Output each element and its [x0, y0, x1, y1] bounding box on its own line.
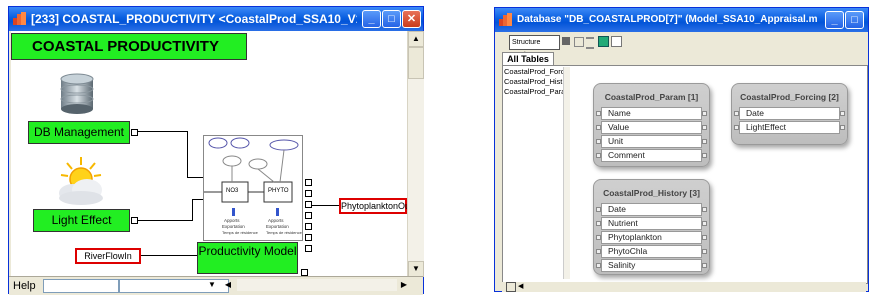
table-field[interactable]: Date [596, 203, 707, 216]
model-canvas[interactable]: COASTAL PRODUCTIVITY DB Management Light… [11, 31, 407, 277]
model-window-title: [233] COASTAL_PRODUCTIVITY <CoastalProd_… [31, 12, 357, 26]
table-field[interactable]: Unit [596, 135, 707, 148]
output-port-6[interactable] [305, 234, 312, 241]
table-title: CoastalProd_Forcing [2] [740, 92, 839, 102]
table-field[interactable]: Nutrient [596, 217, 707, 230]
light-effect-port[interactable] [131, 217, 138, 224]
table-list[interactable]: CoastalProd_Forc CoastalProd_Hist Coasta… [504, 67, 570, 279]
label-exportation-2: Exportation [266, 224, 289, 229]
scroll-left-icon[interactable]: ◀ [221, 279, 235, 291]
node-no3: NO3 [226, 188, 239, 194]
light-effect-block[interactable]: Light Effect [33, 209, 130, 232]
connector-river [141, 255, 197, 256]
db-management-port[interactable] [131, 129, 138, 136]
table-field[interactable]: PhytoChla [596, 245, 707, 258]
label-temps-2: Temps de résidence [266, 230, 302, 235]
node-phyto: PHYTO [268, 188, 289, 194]
inner-model-diagram[interactable]: NO3 PHYTO Apports Apports Exportation Ex… [203, 135, 303, 241]
minimize-icon[interactable]: _ [362, 10, 381, 28]
output-port-2[interactable] [305, 190, 312, 197]
help-label: Help [13, 280, 36, 292]
horizontal-scrollbar[interactable] [237, 279, 397, 291]
blank-icon[interactable] [611, 36, 622, 47]
database-icon [57, 71, 97, 115]
database-window: Database "DB_COASTALPROD[7]" (Model_SSA1… [494, 7, 869, 292]
model-window-titlebar[interactable]: [233] COASTAL_PRODUCTIVITY <CoastalProd_… [9, 7, 423, 31]
connector-db [138, 131, 188, 132]
app-icon [13, 12, 26, 25]
table-title: CoastalProd_History [3] [603, 188, 700, 198]
scroll-down-icon[interactable]: ▼ [408, 261, 424, 277]
list-icon[interactable] [586, 37, 594, 49]
list-item[interactable]: CoastalProd_Forc [504, 67, 570, 77]
table-field[interactable]: Comment [596, 149, 707, 162]
connector-db-v [187, 131, 188, 177]
list-item[interactable]: CoastalProd_Para [504, 87, 570, 97]
grid-icon[interactable] [574, 37, 584, 47]
db-management-block[interactable]: DB Management [28, 121, 130, 144]
status-field [43, 279, 119, 293]
table-field[interactable]: LightEffect [734, 121, 845, 134]
database-toolbar: Structure mode [499, 35, 865, 59]
model-vertical-scrollbar[interactable]: ▲ ▼ [407, 31, 424, 277]
connector-light-v [192, 199, 193, 221]
output-port-3[interactable] [305, 201, 312, 208]
chevron-down-icon[interactable]: ▼ [205, 279, 219, 291]
label-exportation-1: Exportation [222, 224, 245, 229]
productivity-model-block[interactable]: Productivity Model [197, 242, 298, 274]
connector-light [138, 220, 193, 221]
river-flow-in-block[interactable]: RiverFlowIn [75, 248, 141, 264]
app-icon [499, 13, 512, 26]
output-port-1[interactable] [305, 179, 312, 186]
table-field[interactable]: Value [596, 121, 707, 134]
table-card-forcing[interactable]: CoastalProd_Forcing [2] Date LightEffect [731, 83, 848, 145]
label-apports-1: Apports [224, 218, 240, 223]
model-window: [233] COASTAL_PRODUCTIVITY <CoastalProd_… [8, 6, 424, 295]
table-field[interactable]: Name [596, 107, 707, 120]
database-window-titlebar[interactable]: Database "DB_COASTALPROD[7]" (Model_SSA1… [495, 8, 868, 32]
table-field[interactable]: Salinity [596, 259, 707, 272]
scroll-right-icon[interactable]: ▶ [397, 279, 411, 291]
connector-db-h2 [187, 177, 203, 178]
scroll-thumb[interactable] [408, 47, 424, 79]
table-card-param[interactable]: CoastalProd_Param [1] Name Value Unit Co… [593, 83, 710, 167]
close-icon[interactable]: ✕ [402, 10, 421, 28]
phytoplankton-out-block[interactable]: PhytoplanktonOut [339, 198, 407, 214]
output-port-4[interactable] [305, 212, 312, 219]
minimize-icon[interactable]: _ [825, 11, 844, 29]
tab-all-tables[interactable]: All Tables [502, 52, 554, 66]
table-field[interactable]: Phytoplankton [596, 231, 707, 244]
table-icon[interactable] [598, 36, 609, 47]
table-view-icon[interactable] [506, 282, 516, 292]
model-bottom-port[interactable] [301, 269, 308, 276]
maximize-icon[interactable]: □ [382, 10, 401, 28]
scroll-up-icon[interactable]: ▲ [408, 31, 424, 47]
table-list-scrollbar[interactable] [563, 67, 570, 279]
database-window-title: Database "DB_COASTALPROD[7]" (Model_SSA1… [517, 14, 817, 25]
connector-light-h2 [192, 199, 203, 200]
list-item[interactable]: CoastalProd_Hist [504, 77, 570, 87]
table-card-history[interactable]: CoastalProd_History [3] Date Nutrient Ph… [593, 179, 710, 275]
database-content: CoastalProd_Forc CoastalProd_Hist Coasta… [502, 65, 868, 284]
scroll-left-icon[interactable]: ◀ [518, 282, 523, 290]
structure-mode-button[interactable]: Structure mode [509, 35, 560, 59]
table-field[interactable]: Date [734, 107, 845, 120]
connector-out [312, 205, 340, 206]
database-bottom-bar: ◀ [502, 282, 866, 292]
output-port-5[interactable] [305, 223, 312, 230]
label-temps-1: Temps de résidence [222, 230, 258, 235]
model-status-bar: Help ▼ ◀ ▶ [9, 276, 423, 295]
weather-icon [51, 155, 111, 207]
save-icon[interactable] [562, 37, 570, 45]
label-apports-2: Apports [268, 218, 284, 223]
table-title: CoastalProd_Param [1] [604, 92, 699, 102]
output-port-7[interactable] [305, 245, 312, 252]
page-title: COASTAL PRODUCTIVITY [11, 33, 247, 60]
maximize-icon[interactable]: □ [845, 11, 864, 29]
